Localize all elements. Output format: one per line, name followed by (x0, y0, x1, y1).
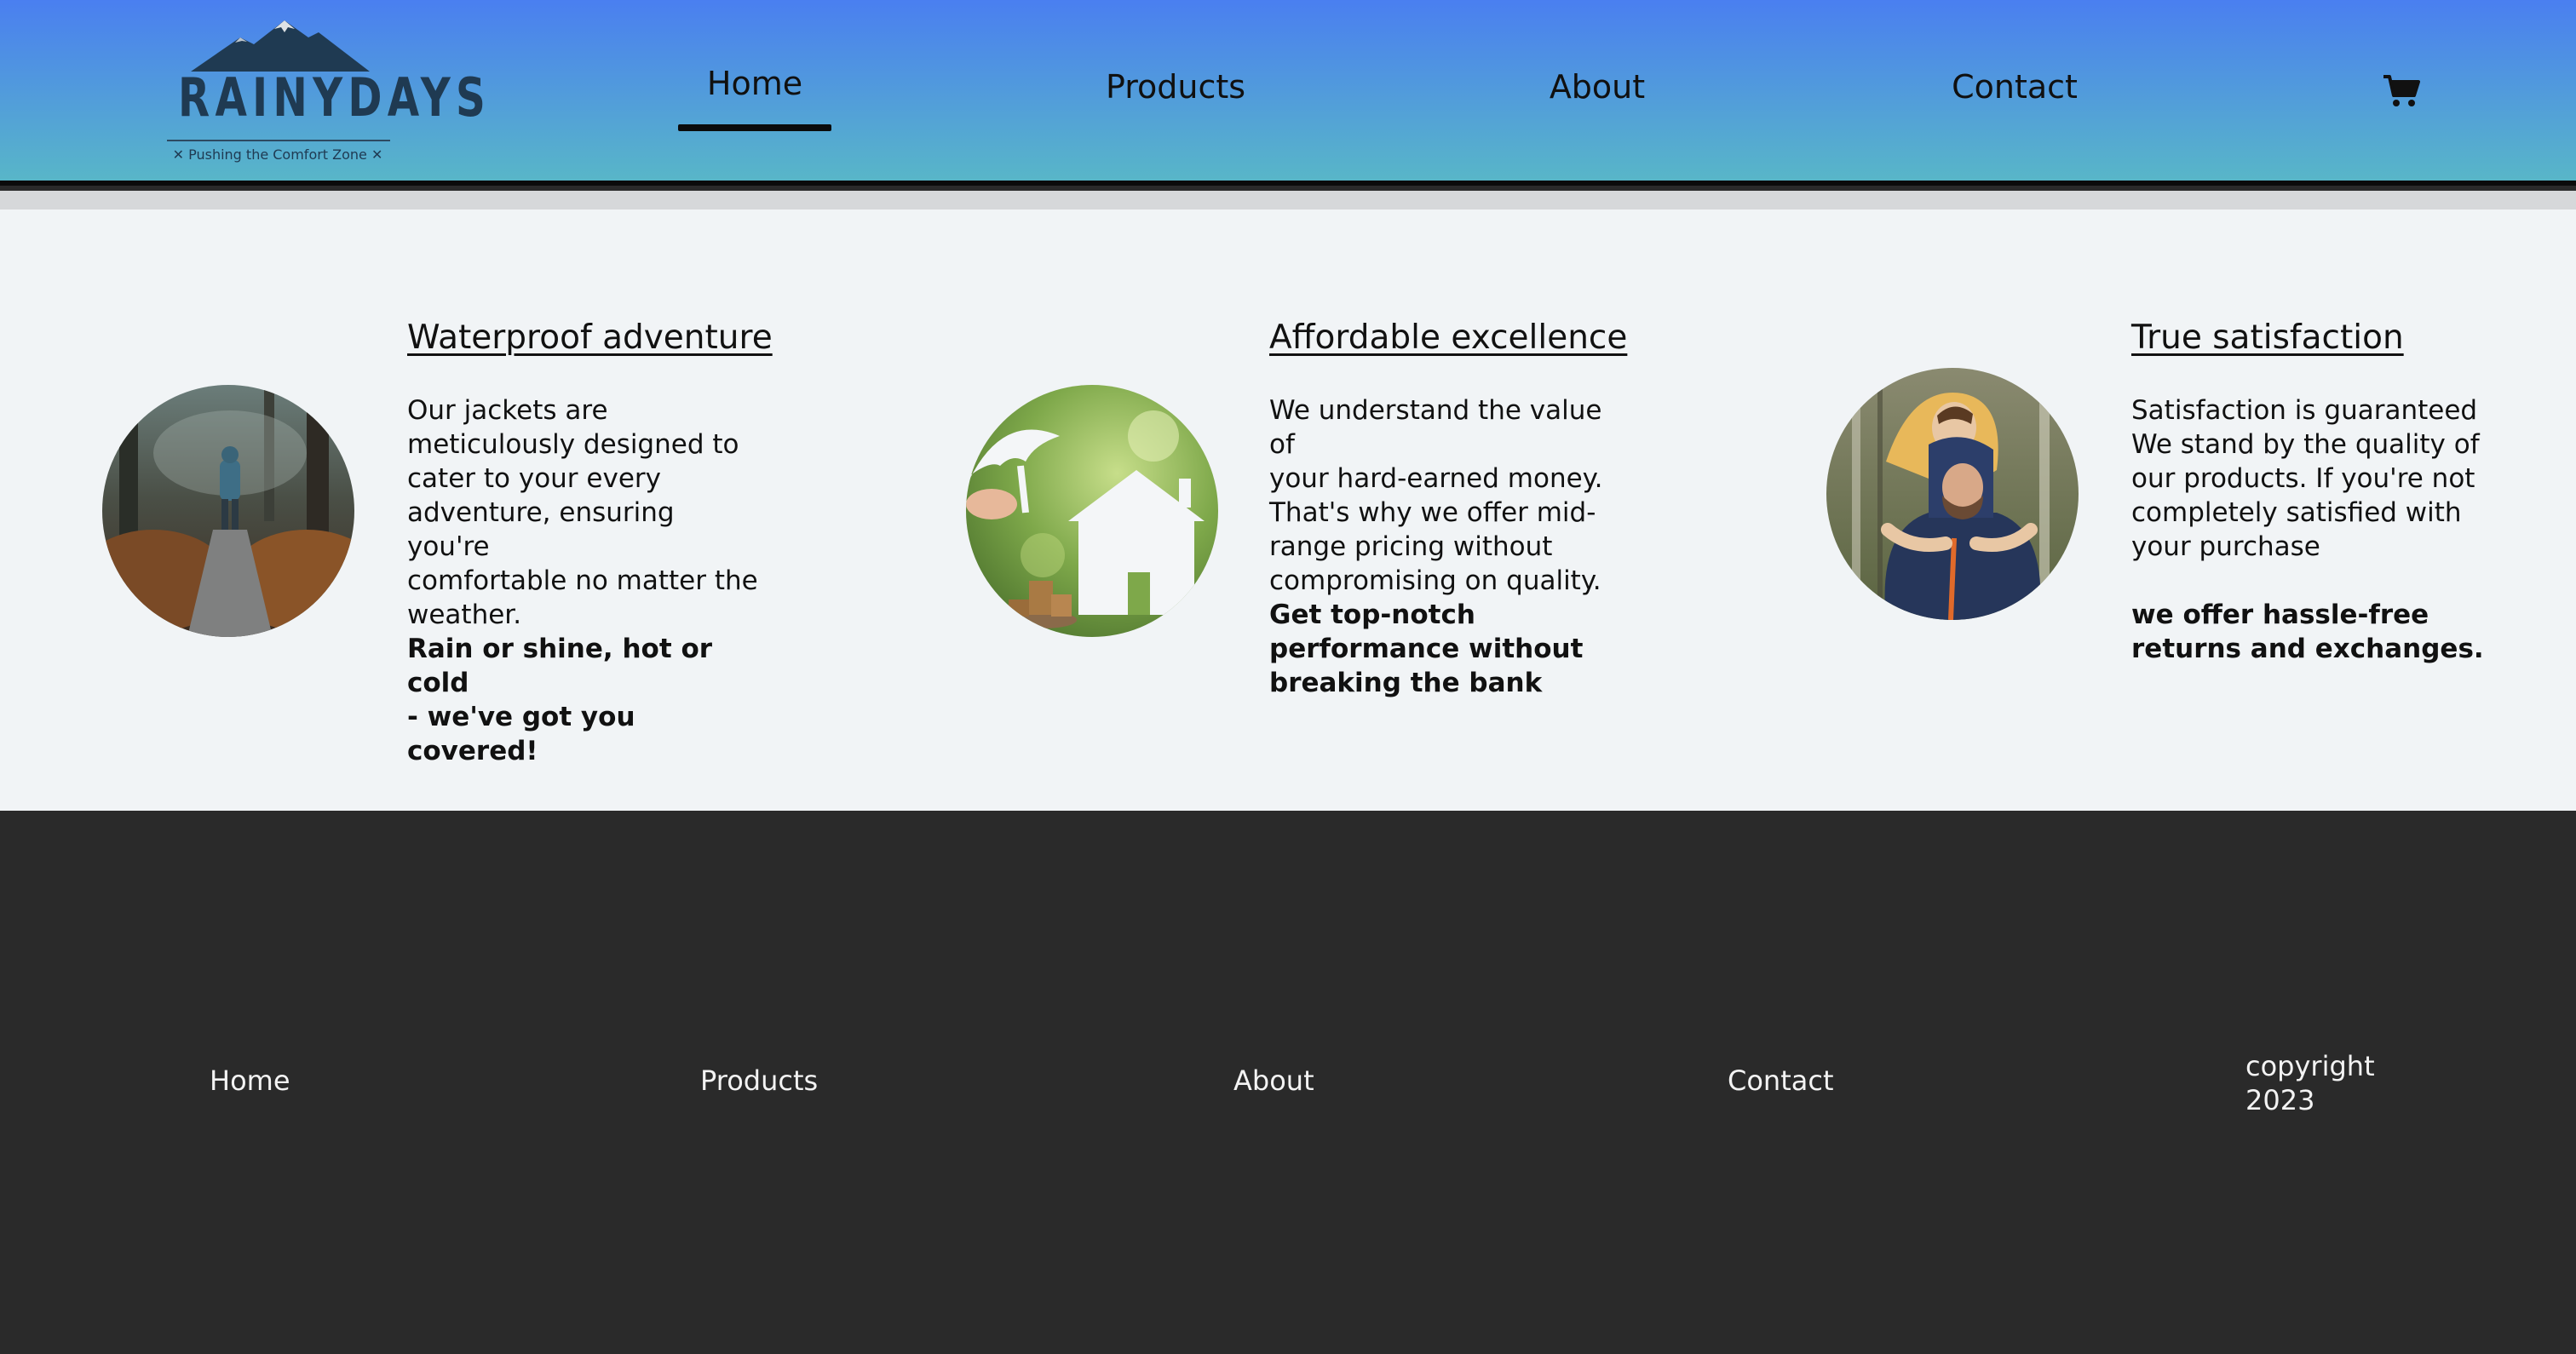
feature-description: We understand the value of your hard-ear… (1269, 395, 1603, 596)
header-divider (0, 191, 2576, 209)
nav-products[interactable]: Products (1090, 68, 1261, 106)
feature-highlight: Get top-notch performance without breaki… (1269, 600, 1584, 698)
feature-description: Satisfaction is guaranteed We stand by t… (2131, 395, 2480, 562)
nav-about[interactable]: About (1525, 68, 1670, 106)
logo-tagline: ✕ Pushing the Comfort Zone ✕ (172, 146, 383, 163)
logo-divider (167, 140, 390, 141)
site-footer: Home Products About Contact copyright 20… (0, 811, 2576, 1354)
feature-image-couple (1826, 368, 2079, 620)
feature-title: Waterproof adventure (407, 318, 773, 357)
copyright-text: copyright 2023 (2245, 1050, 2375, 1116)
feature-description: Our jackets are meticulously designed to… (407, 395, 758, 630)
footer-link-home[interactable]: Home (210, 1064, 290, 1097)
mountain-logo-icon (191, 20, 370, 72)
feature-title: True satisfaction (2131, 318, 2404, 357)
feature-highlight: Rain or shine, hot or cold - we've got y… (407, 634, 713, 766)
footer-link-about[interactable]: About (1233, 1064, 1314, 1097)
site-logo[interactable]: RAINYDAYS ✕ Pushing the Comfort Zone ✕ (150, 19, 492, 163)
nav-contact[interactable]: Contact (1934, 68, 2096, 106)
feature-title: Affordable excellence (1269, 318, 1628, 357)
nav-active-indicator (678, 124, 831, 131)
nav-home[interactable]: Home (678, 65, 831, 102)
shopping-cart-icon[interactable] (2382, 73, 2421, 109)
features-section: Waterproof adventure Our jackets are met… (0, 209, 2576, 811)
feature-highlight: we offer hassle-free returns and exchang… (2131, 600, 2484, 664)
logo-wordmark: RAINYDAYS (178, 66, 492, 129)
site-header: RAINYDAYS ✕ Pushing the Comfort Zone ✕ H… (0, 0, 2576, 186)
footer-link-products[interactable]: Products (700, 1064, 818, 1097)
footer-link-contact[interactable]: Contact (1728, 1064, 1834, 1097)
feature-image-house (966, 385, 1218, 637)
feature-image-hiker (102, 385, 354, 637)
